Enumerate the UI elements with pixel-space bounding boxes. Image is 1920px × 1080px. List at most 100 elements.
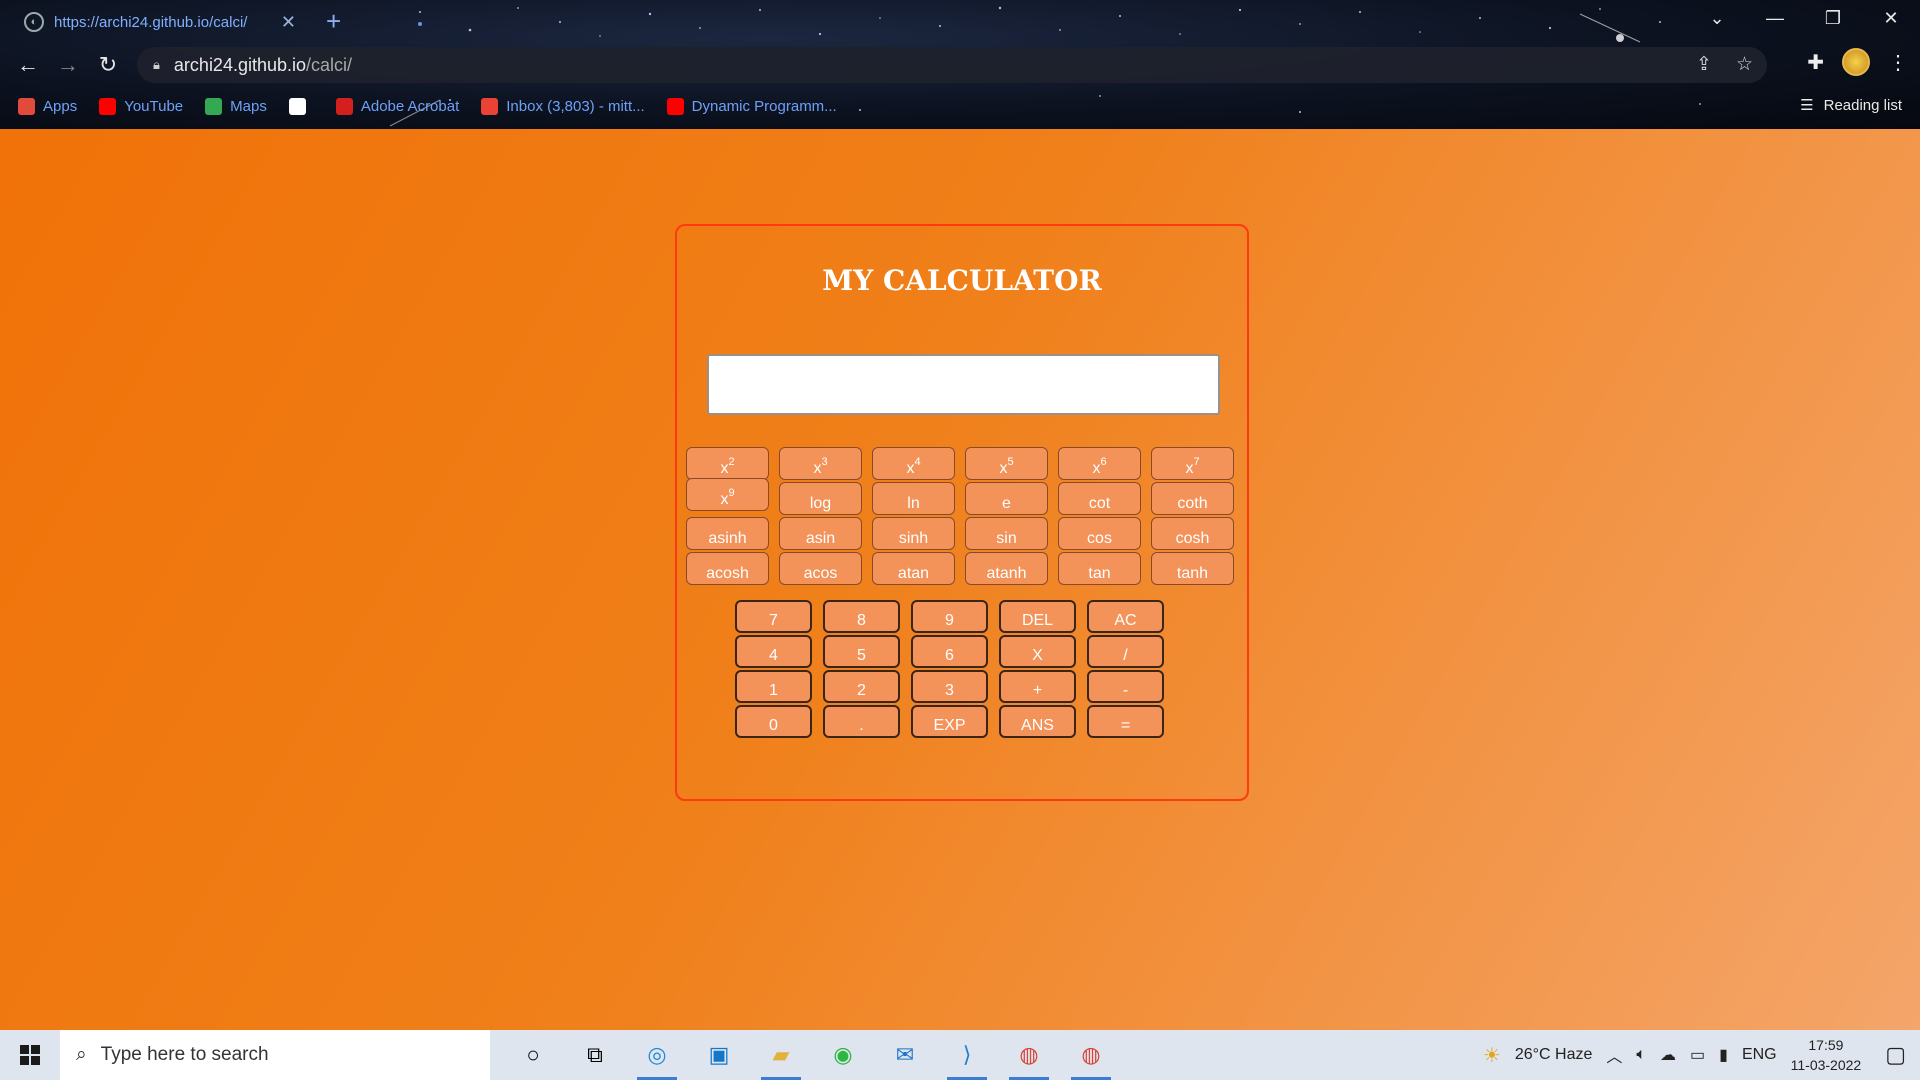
keypad-button[interactable]: +: [999, 670, 1076, 703]
bookmark-item[interactable]: Apps: [18, 97, 77, 115]
keypad-button[interactable]: EXP: [911, 705, 988, 738]
weather-text[interactable]: 26°C Haze: [1515, 1046, 1593, 1064]
sci-button-label: x: [720, 460, 729, 477]
keypad-button[interactable]: 4: [735, 635, 812, 668]
search-placeholder: Type here to search: [100, 1044, 269, 1065]
network-icon[interactable]: ▭: [1690, 1045, 1705, 1065]
reading-list-button[interactable]: ☰ Reading list: [1800, 96, 1902, 115]
language-indicator[interactable]: ENG: [1742, 1046, 1777, 1064]
minimize-icon[interactable]: —: [1746, 0, 1804, 36]
youtube-icon: [666, 97, 684, 115]
keypad-button[interactable]: X: [999, 635, 1076, 668]
sci-button[interactable]: tanh: [1151, 552, 1234, 585]
restore-icon[interactable]: ❐: [1804, 0, 1862, 36]
bookmark-label: Inbox (3,803) - mitt...: [506, 97, 645, 115]
number-row: 4 5 6 X /: [735, 635, 1164, 670]
keypad-button[interactable]: ANS: [999, 705, 1076, 738]
keypad-button[interactable]: 1: [735, 670, 812, 703]
sci-button[interactable]: tan: [1058, 552, 1141, 585]
clock[interactable]: 17:59 11-03-2022: [1791, 1035, 1862, 1075]
keypad-button[interactable]: 3: [911, 670, 988, 703]
keypad-button[interactable]: AC: [1087, 600, 1164, 633]
cortana-icon[interactable]: ○: [502, 1030, 564, 1080]
profile-avatar[interactable]: [1842, 48, 1870, 76]
chrome-icon[interactable]: ◍: [998, 1030, 1060, 1080]
sci-button[interactable]: asinh: [686, 517, 769, 550]
sci-button-exponent: 5: [1007, 456, 1014, 468]
keypad-button[interactable]: /: [1087, 635, 1164, 668]
keypad-button[interactable]: .: [823, 705, 900, 738]
sci-button[interactable]: sin: [965, 517, 1048, 550]
bookmark-item[interactable]: Adobe Acrobat: [335, 97, 460, 115]
tab-search-icon[interactable]: ⌄: [1688, 0, 1746, 36]
sci-button[interactable]: cot: [1058, 482, 1141, 515]
sci-button[interactable]: x5: [965, 447, 1048, 480]
sci-button[interactable]: x6: [1058, 447, 1141, 480]
share-icon[interactable]: ⇪: [1696, 53, 1712, 76]
sci-button[interactable]: coth: [1151, 482, 1234, 515]
sci-button[interactable]: x2: [686, 447, 769, 480]
globe-icon: ◐: [24, 12, 44, 32]
sci-button[interactable]: atan: [872, 552, 955, 585]
battery-icon[interactable]: ▮: [1719, 1045, 1728, 1065]
windows-taskbar: ⌕ Type here to search ○ ⧉ ◎ ▣ ▰ ◉ ✉ ⟩ ◍ …: [0, 1030, 1920, 1080]
whatsapp-icon[interactable]: ◉: [812, 1030, 874, 1080]
close-window-icon[interactable]: ✕: [1862, 0, 1920, 36]
sci-button[interactable]: asin: [779, 517, 862, 550]
sci-button[interactable]: cos: [1058, 517, 1141, 550]
bookmark-item[interactable]: Inbox (3,803) - mitt...: [481, 97, 645, 115]
keypad-button[interactable]: 2: [823, 670, 900, 703]
bookmark-item[interactable]: [288, 97, 314, 115]
sci-button[interactable]: acosh: [686, 552, 769, 585]
start-button[interactable]: [0, 1030, 60, 1080]
keypad-button[interactable]: 7: [735, 600, 812, 633]
edge-icon[interactable]: ◎: [626, 1030, 688, 1080]
keypad-button[interactable]: 6: [911, 635, 988, 668]
keypad-button[interactable]: 8: [823, 600, 900, 633]
browser-tab[interactable]: ◐ https://archi24.github.io/calci/ ✕: [10, 4, 310, 40]
bookmark-item[interactable]: YouTube: [99, 97, 183, 115]
back-icon[interactable]: ←: [8, 45, 48, 85]
sci-button[interactable]: x4: [872, 447, 955, 480]
keypad-button[interactable]: -: [1087, 670, 1164, 703]
close-tab-icon[interactable]: ✕: [281, 12, 296, 33]
sci-button[interactable]: cosh: [1151, 517, 1234, 550]
address-bar[interactable]: 🔒︎ archi24.github.io/calci/ ⇪ ☆: [137, 47, 1767, 83]
reload-icon[interactable]: ↻: [88, 45, 128, 85]
onedrive-icon[interactable]: ☁: [1660, 1045, 1676, 1065]
calculator-display[interactable]: [707, 354, 1220, 415]
keypad-button[interactable]: DEL: [999, 600, 1076, 633]
volume-icon[interactable]: 🔈︎: [1636, 1046, 1646, 1064]
sci-button[interactable]: log: [779, 482, 862, 515]
extensions-icon[interactable]: ✚: [1807, 50, 1824, 75]
show-hidden-icons-icon[interactable]: ︿: [1606, 1043, 1622, 1067]
bookmark-item[interactable]: Dynamic Programm...: [666, 97, 837, 115]
sci-button[interactable]: x7: [1151, 447, 1234, 480]
store-app-icon[interactable]: ▣: [688, 1030, 750, 1080]
new-tab-icon[interactable]: +: [326, 6, 341, 37]
keypad-button[interactable]: 0: [735, 705, 812, 738]
keypad-button[interactable]: 9: [911, 600, 988, 633]
sci-button[interactable]: acos: [779, 552, 862, 585]
sci-button[interactable]: sinh: [872, 517, 955, 550]
forward-icon[interactable]: →: [48, 45, 88, 85]
bookmark-star-icon[interactable]: ☆: [1736, 53, 1753, 76]
sci-button[interactable]: x3: [779, 447, 862, 480]
task-view-icon[interactable]: ⧉: [564, 1030, 626, 1080]
chrome-profile-icon[interactable]: ◍: [1060, 1030, 1122, 1080]
browser-chrome: ◐ https://archi24.github.io/calci/ ✕ + ⌄…: [0, 0, 1920, 129]
bookmark-item[interactable]: Maps: [205, 97, 267, 115]
menu-kebab-icon[interactable]: ⋮: [1888, 50, 1908, 75]
sci-button[interactable]: ln: [872, 482, 955, 515]
sci-button[interactable]: atanh: [965, 552, 1048, 585]
sci-button[interactable]: e: [965, 482, 1048, 515]
sci-button[interactable]: x9: [686, 478, 769, 511]
taskbar-search[interactable]: ⌕ Type here to search: [60, 1030, 490, 1080]
bookmark-label: Adobe Acrobat: [360, 97, 460, 115]
keypad-button[interactable]: 5: [823, 635, 900, 668]
mail-icon[interactable]: ✉: [874, 1030, 936, 1080]
notifications-icon[interactable]: ▢: [1885, 1042, 1906, 1068]
vscode-icon[interactable]: ⟩: [936, 1030, 998, 1080]
keypad-button[interactable]: =: [1087, 705, 1164, 738]
file-explorer-icon[interactable]: ▰: [750, 1030, 812, 1080]
